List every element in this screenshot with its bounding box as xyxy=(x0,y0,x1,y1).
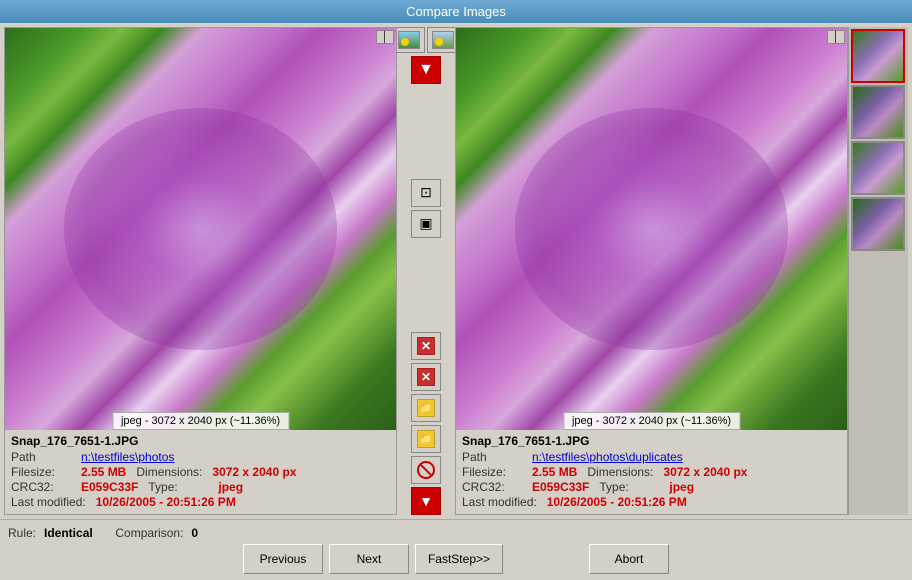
maximize-btn[interactable]: ▣ xyxy=(411,210,441,238)
thumbnail-2[interactable] xyxy=(851,85,905,139)
maximize-icon: ▣ xyxy=(419,215,432,232)
move-right-btn[interactable]: 📁 xyxy=(411,425,441,453)
left-modified-value: 10/26/2005 - 20:51:26 PM xyxy=(96,495,236,509)
ban-btn[interactable] xyxy=(411,456,441,484)
down-action-icon: ▼ xyxy=(419,493,433,509)
left-type-value: jpeg xyxy=(218,480,243,494)
right-crc-value: E059C33F xyxy=(532,480,589,494)
right-dimensions-value: 3072 x 2040 px xyxy=(663,465,747,479)
window-title: Compare Images xyxy=(406,4,506,19)
middle-panel: ▼ ⊡ ▣ ✕ ✕ 📁 📁 ▼ xyxy=(397,23,455,519)
comparison-value: 0 xyxy=(191,526,198,540)
thumbnail-4[interactable] xyxy=(851,197,905,251)
restore-btn[interactable]: ⊡ xyxy=(411,179,441,207)
ban-icon xyxy=(417,461,435,479)
right-crc-label: CRC32: xyxy=(462,480,522,494)
right-image-label: jpeg - 3072 x 2040 px (~11.36%) xyxy=(563,412,740,430)
right-filesize-value: 2.55 MB xyxy=(532,465,577,479)
title-bar: Compare Images xyxy=(0,0,912,23)
left-modified-label: Last modified: xyxy=(11,495,86,509)
restore-icon: ⊡ xyxy=(420,184,432,201)
right-dimensions-label: Dimensions: xyxy=(587,465,653,479)
previous-button[interactable]: Previous xyxy=(243,544,323,574)
right-file-info: Snap_176_7651-1.JPG Path n:\testfiles\ph… xyxy=(456,430,847,514)
left-file-info: Snap_176_7651-1.JPG Path n:\testfiles\ph… xyxy=(5,430,396,514)
left-filename: Snap_176_7651-1.JPG xyxy=(11,434,390,448)
delete-right-btn[interactable]: ✕ xyxy=(411,363,441,391)
right-filename: Snap_176_7651-1.JPG xyxy=(462,434,841,448)
next-button[interactable]: Next xyxy=(329,544,409,574)
left-minimize-btn[interactable]: │ xyxy=(376,30,394,44)
left-image-icon-btn[interactable] xyxy=(393,27,425,53)
left-path-label: Path xyxy=(11,450,71,464)
right-image-container: jpeg - 3072 x 2040 px (~11.36%) │ xyxy=(456,28,847,430)
left-crc-label: CRC32: xyxy=(11,480,71,494)
left-filesize-label: Filesize: xyxy=(11,465,71,479)
right-path-value[interactable]: n:\testfiles\photos\duplicates xyxy=(532,450,683,464)
right-type-label: Type: xyxy=(599,480,659,494)
rule-label: Rule: xyxy=(8,526,36,540)
left-panel: jpeg - 3072 x 2040 px (~11.36%) │ Snap_1… xyxy=(4,27,397,515)
left-path-value[interactable]: n:\testfiles\photos xyxy=(81,450,174,464)
comparison-label: Comparison: xyxy=(115,526,183,540)
right-img-icon xyxy=(432,31,454,49)
folder-icon-left: 📁 xyxy=(417,399,435,417)
left-dimensions-value: 3072 x 2040 px xyxy=(212,465,296,479)
left-image-container: jpeg - 3072 x 2040 px (~11.36%) │ xyxy=(5,28,396,430)
down-arrow-icon: ▼ xyxy=(418,61,434,79)
x-icon-right: ✕ xyxy=(417,368,435,386)
left-image-label: jpeg - 3072 x 2040 px (~11.36%) xyxy=(112,412,289,430)
right-panel: jpeg - 3072 x 2040 px (~11.36%) │ Snap_1… xyxy=(455,27,848,515)
thumbnail-3[interactable] xyxy=(851,141,905,195)
right-filesize-label: Filesize: xyxy=(462,465,522,479)
right-modified-value: 10/26/2005 - 20:51:26 PM xyxy=(547,495,687,509)
abort-button[interactable]: Abort xyxy=(589,544,669,574)
bottom-bar: Rule: Identical Comparison: 0 Previous N… xyxy=(0,519,912,580)
right-type-value: jpeg xyxy=(669,480,694,494)
right-minimize-btn[interactable]: │ xyxy=(827,30,845,44)
down-action-btn[interactable]: ▼ xyxy=(411,487,441,515)
x-icon-left: ✕ xyxy=(417,337,435,355)
right-modified-label: Last modified: xyxy=(462,495,537,509)
folder-icon-right: 📁 xyxy=(417,430,435,448)
right-path-label: Path xyxy=(462,450,522,464)
thumbnail-1[interactable] xyxy=(851,29,905,83)
left-image xyxy=(5,28,396,430)
move-left-btn[interactable]: 📁 xyxy=(411,394,441,422)
left-dimensions-label: Dimensions: xyxy=(136,465,202,479)
rule-value: Identical xyxy=(44,526,93,540)
right-image xyxy=(456,28,847,430)
thumbnail-sidebar xyxy=(848,27,908,515)
left-filesize-value: 2.55 MB xyxy=(81,465,126,479)
left-crc-value: E059C33F xyxy=(81,480,138,494)
download-arrow-btn[interactable]: ▼ xyxy=(411,56,441,84)
delete-left-btn[interactable]: ✕ xyxy=(411,332,441,360)
left-type-label: Type: xyxy=(148,480,208,494)
left-img-icon xyxy=(398,31,420,49)
faststep-button[interactable]: FastStep>> xyxy=(415,544,503,574)
top-image-icons xyxy=(393,27,459,53)
